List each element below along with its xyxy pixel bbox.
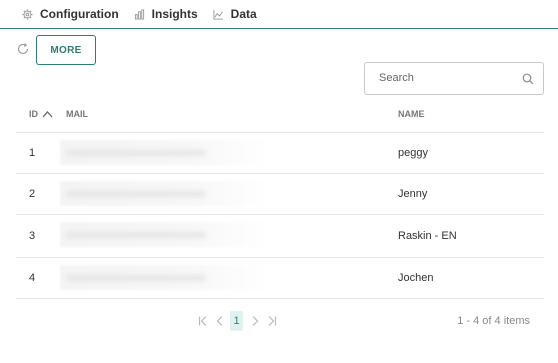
search-input[interactable] (377, 71, 516, 85)
gear-icon (22, 8, 33, 20)
sort-ascending-icon[interactable] (42, 110, 53, 118)
cell-id: 1 (29, 146, 36, 159)
tab-data-label: Data (230, 7, 257, 21)
last-page-icon (268, 316, 277, 326)
pagination: 1 (196, 311, 282, 331)
blurred-mail (60, 265, 270, 290)
table-row[interactable]: 4 Jochen (16, 257, 544, 299)
blurred-mail (60, 181, 270, 206)
items-count: 1 - 4 of 4 items (457, 315, 530, 327)
tab-insights[interactable]: Insights (134, 7, 198, 21)
column-header-mail[interactable]: MAIL (66, 109, 88, 119)
tab-configuration[interactable]: Configuration (22, 7, 119, 21)
table-row[interactable]: 3 Raskin - EN (16, 214, 544, 258)
tab-insights-label: Insights (151, 7, 198, 21)
column-header-name-label: NAME (398, 109, 425, 119)
cell-name: Raskin - EN (398, 229, 457, 242)
column-header-mail-label: MAIL (66, 109, 88, 119)
table-row[interactable]: 1 peggy (16, 132, 544, 174)
chevron-right-icon (252, 316, 259, 326)
cell-name: Jenny (398, 187, 428, 200)
column-header-id-label: ID (29, 109, 38, 119)
cell-name: peggy (398, 146, 428, 159)
column-header-name[interactable]: NAME (398, 109, 425, 119)
last-page-button[interactable] (265, 311, 279, 331)
search-box (364, 62, 544, 95)
cell-id: 2 (29, 187, 36, 200)
next-page-button[interactable] (248, 311, 262, 331)
cell-id: 3 (29, 229, 36, 242)
first-page-icon (198, 316, 207, 326)
chevron-left-icon (216, 316, 223, 326)
more-button[interactable]: MORE (36, 35, 96, 65)
table-row[interactable]: 2 Jenny (16, 173, 544, 215)
first-page-button[interactable] (196, 311, 210, 331)
tab-data[interactable]: Data (213, 7, 257, 21)
blurred-mail (60, 222, 270, 247)
tab-bar: Configuration Insights Data (0, 0, 558, 29)
area-chart-icon (213, 9, 223, 20)
column-header-id[interactable]: ID (29, 109, 53, 119)
blurred-mail (60, 140, 270, 165)
bar-chart-icon (134, 8, 144, 20)
table-header: ID MAIL NAME (16, 98, 544, 133)
current-page[interactable]: 1 (230, 311, 243, 331)
cell-id: 4 (29, 271, 36, 284)
previous-page-button[interactable] (213, 311, 227, 331)
tab-configuration-label: Configuration (40, 7, 119, 21)
cell-name: Jochen (398, 271, 434, 284)
refresh-icon[interactable] (16, 42, 30, 56)
search-icon[interactable] (522, 73, 534, 85)
